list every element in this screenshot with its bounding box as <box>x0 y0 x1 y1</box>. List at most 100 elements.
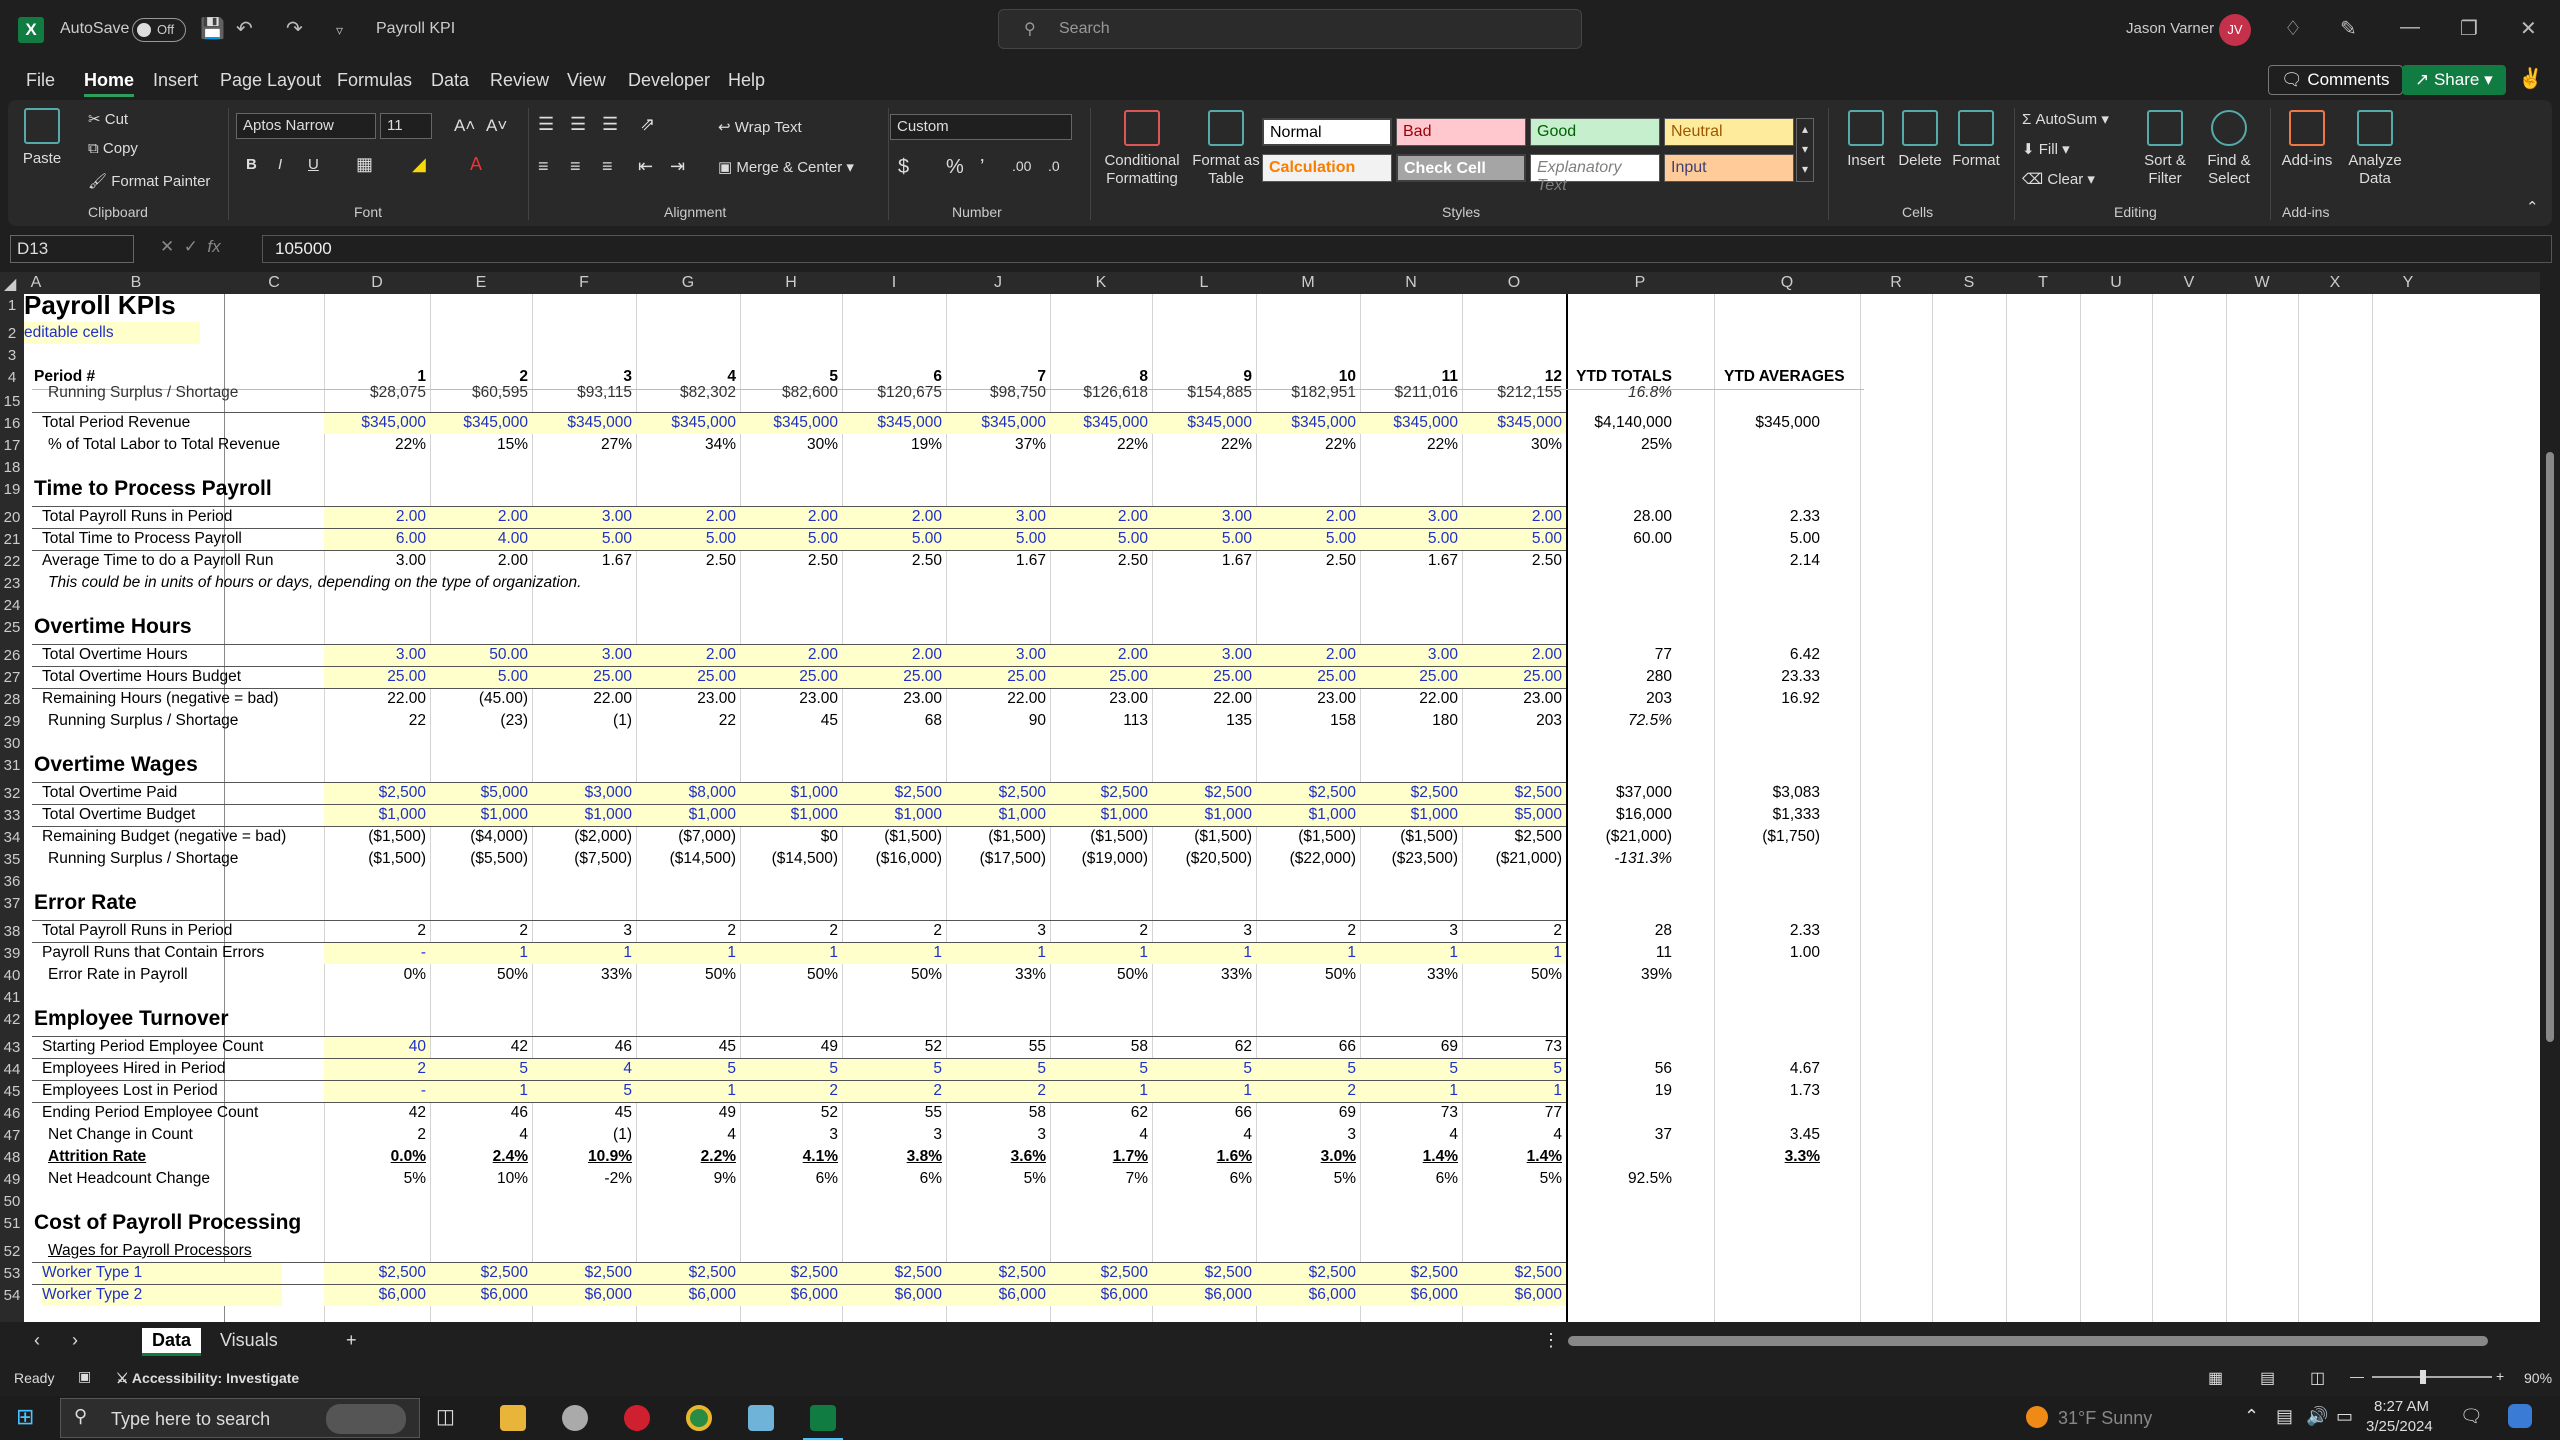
row-header[interactable]: 54 <box>0 1287 24 1309</box>
data-cell[interactable]: 2.00 <box>1462 506 1566 528</box>
scroll-thumb[interactable] <box>2546 452 2554 1042</box>
data-cell[interactable]: 2.00 <box>636 506 740 528</box>
tab-next-icon[interactable]: › <box>62 1328 88 1353</box>
data-cell[interactable]: 58 <box>1050 1036 1152 1058</box>
data-cell[interactable]: $2,500 <box>842 782 946 804</box>
row-header[interactable]: 53 <box>0 1265 24 1287</box>
data-cell[interactable]: 4 <box>430 1124 532 1146</box>
data-cell[interactable]: $2,500 <box>946 782 1050 804</box>
column-header[interactable]: J <box>946 274 1050 292</box>
data-cell[interactable]: 33% <box>1152 964 1256 986</box>
data-cell[interactable]: 5.00 <box>842 528 946 550</box>
column-header[interactable]: H <box>740 274 842 292</box>
data-cell[interactable]: $3,000 <box>532 782 636 804</box>
column-header[interactable]: U <box>2080 274 2152 292</box>
data-cell[interactable]: 2.50 <box>740 550 842 572</box>
windows-start-icon[interactable]: ⊞ <box>16 1404 34 1430</box>
data-cell[interactable]: 1 <box>1462 942 1566 964</box>
data-cell[interactable]: 22 <box>324 710 430 732</box>
ytd-average-cell[interactable]: 6.42 <box>1714 644 1824 666</box>
row-label[interactable]: Total Overtime Budget <box>42 804 282 826</box>
data-cell[interactable]: $212,155 <box>1462 382 1566 404</box>
data-cell[interactable]: 2 <box>1050 920 1152 942</box>
data-cell[interactable]: 25.00 <box>532 666 636 688</box>
data-cell[interactable]: 10.9% <box>532 1146 636 1168</box>
data-cell[interactable]: 22% <box>1360 434 1462 456</box>
insert-cells-button[interactable]: Insert <box>1836 110 1896 170</box>
data-cell[interactable]: $82,302 <box>636 382 740 404</box>
data-cell[interactable]: 1 <box>740 942 842 964</box>
autosave-toggle[interactable]: Off <box>132 18 186 42</box>
row-header[interactable]: 46 <box>0 1105 24 1127</box>
data-cell[interactable]: 5% <box>324 1168 430 1190</box>
data-cell[interactable]: 5.00 <box>532 528 636 550</box>
volume-icon[interactable]: 🔊 <box>2306 1406 2328 1427</box>
data-cell[interactable]: $6,000 <box>532 1284 636 1306</box>
copy-button[interactable]: ⧉ Copy <box>88 140 138 157</box>
data-cell[interactable]: $1,000 <box>532 804 636 826</box>
data-cell[interactable]: 1.4% <box>1360 1146 1462 1168</box>
data-cell[interactable]: 1.4% <box>1462 1146 1566 1168</box>
data-cell[interactable]: 6.00 <box>324 528 430 550</box>
data-cell[interactable]: 25.00 <box>1152 666 1256 688</box>
data-cell[interactable]: 5 <box>946 1058 1050 1080</box>
name-box[interactable]: D13 <box>10 235 134 263</box>
format-cells-button[interactable]: Format <box>1946 110 2006 170</box>
row-header[interactable]: 27 <box>0 669 24 691</box>
data-cell[interactable]: 4.00 <box>430 528 532 550</box>
ytd-total-cell[interactable]: 39% <box>1566 964 1676 986</box>
data-cell[interactable]: 5 <box>430 1058 532 1080</box>
data-cell[interactable]: (1) <box>532 710 636 732</box>
data-cell[interactable]: 1.7% <box>1050 1146 1152 1168</box>
data-cell[interactable]: $1,000 <box>946 804 1050 826</box>
row-header[interactable]: 30 <box>0 735 24 757</box>
sort-filter-button[interactable]: Sort & Filter <box>2132 110 2198 188</box>
data-cell[interactable]: 135 <box>1152 710 1256 732</box>
data-cell[interactable]: 2.00 <box>1050 506 1152 528</box>
data-cell[interactable]: 69 <box>1256 1102 1360 1124</box>
excel-taskbar-icon[interactable] <box>810 1405 836 1431</box>
data-cell[interactable]: 25.00 <box>324 666 430 688</box>
data-cell[interactable]: 2 <box>324 920 430 942</box>
data-cell[interactable]: $2,500 <box>1360 782 1462 804</box>
delete-cells-button[interactable]: Delete <box>1890 110 1950 170</box>
data-cell[interactable]: 46 <box>532 1036 636 1058</box>
data-cell[interactable]: $2,500 <box>740 1262 842 1284</box>
data-cell[interactable]: ($1,500) <box>1256 826 1360 848</box>
data-cell[interactable]: ($14,500) <box>636 848 740 870</box>
ytd-total-cell[interactable]: 28.00 <box>1566 506 1676 528</box>
data-cell[interactable]: 25.00 <box>1050 666 1152 688</box>
data-cell[interactable]: 25.00 <box>1462 666 1566 688</box>
data-cell[interactable]: 40 <box>324 1036 430 1058</box>
ytd-average-cell[interactable] <box>1714 1036 1824 1058</box>
row-header[interactable]: 50 <box>0 1193 24 1215</box>
data-cell[interactable]: $182,951 <box>1256 382 1360 404</box>
row-header[interactable]: 21 <box>0 531 24 553</box>
ytd-average-cell[interactable]: 1.00 <box>1714 942 1824 964</box>
data-cell[interactable]: 2 <box>1256 920 1360 942</box>
row-header[interactable]: 44 <box>0 1061 24 1083</box>
row-label[interactable]: Ending Period Employee Count <box>42 1102 282 1124</box>
data-cell[interactable]: $6,000 <box>740 1284 842 1306</box>
restore-icon[interactable]: ❐ <box>2460 16 2478 41</box>
data-cell[interactable]: $120,675 <box>842 382 946 404</box>
data-cell[interactable]: ($1,500) <box>324 848 430 870</box>
data-cell[interactable]: 1.67 <box>1360 550 1462 572</box>
ytd-total-cell[interactable]: ($21,000) <box>1566 826 1676 848</box>
style-good[interactable]: Good <box>1530 118 1660 146</box>
style-bad[interactable]: Bad <box>1396 118 1526 146</box>
ytd-average-cell[interactable] <box>1714 382 1824 404</box>
minimize-icon[interactable]: — <box>2400 16 2420 39</box>
data-cell[interactable]: 50% <box>740 964 842 986</box>
data-cell[interactable]: $6,000 <box>324 1284 430 1306</box>
row-header[interactable]: 52 <box>0 1243 24 1265</box>
tab-formulas[interactable]: Formulas <box>337 70 412 91</box>
ytd-average-cell[interactable]: 4.67 <box>1714 1058 1824 1080</box>
row-header[interactable]: 28 <box>0 691 24 713</box>
align-middle-icon[interactable]: ☰ <box>570 114 586 135</box>
row-header[interactable]: 41 <box>0 989 24 1011</box>
data-cell[interactable]: 3.00 <box>532 644 636 666</box>
percent-icon[interactable]: % <box>946 156 964 179</box>
data-cell[interactable]: $2,500 <box>946 1262 1050 1284</box>
tab-developer[interactable]: Developer <box>628 70 710 91</box>
